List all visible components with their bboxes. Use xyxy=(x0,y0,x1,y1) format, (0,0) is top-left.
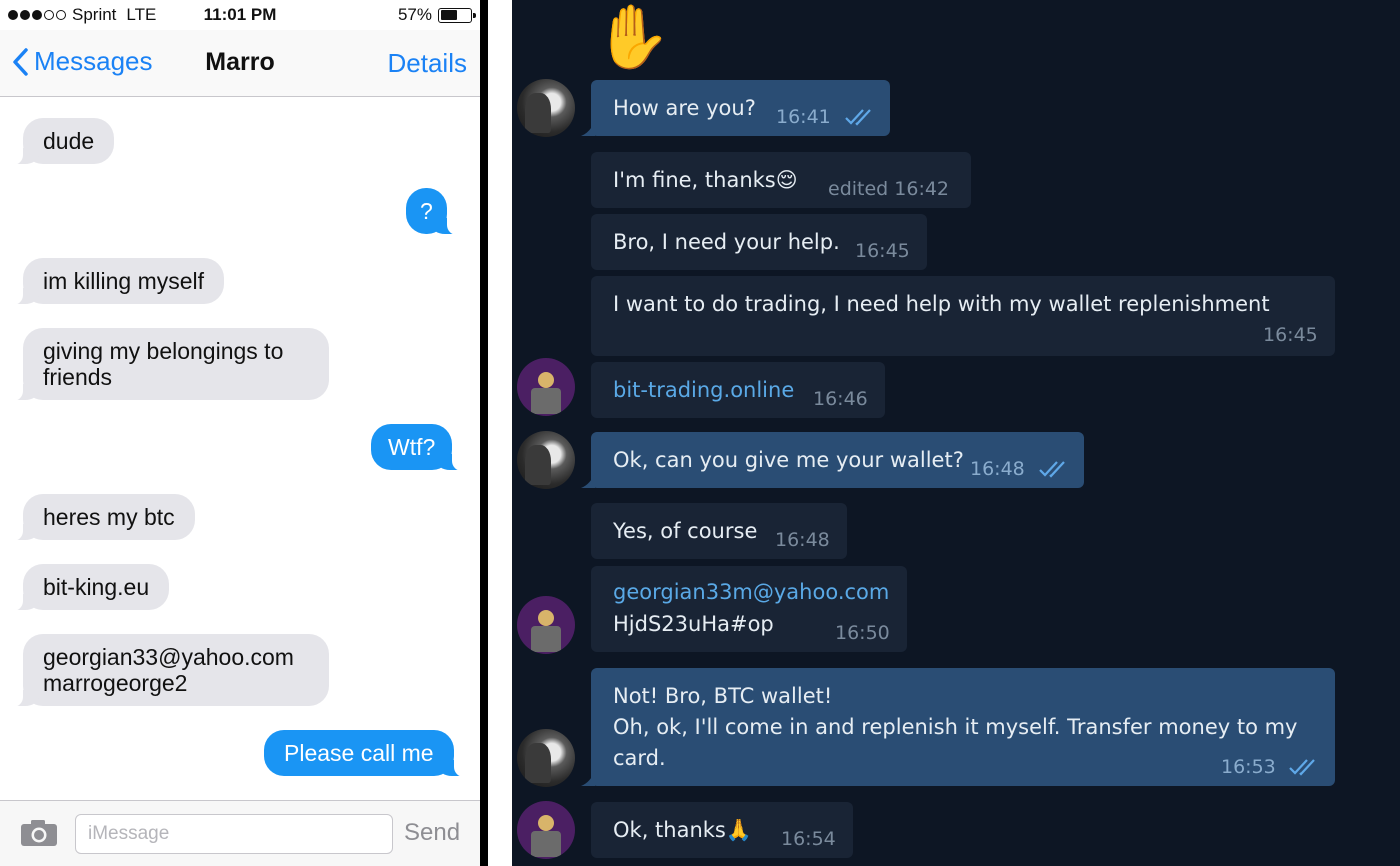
message-bubble-incoming[interactable]: Ok, thanks🙏 16:54 xyxy=(591,802,853,858)
status-bar: Sprint LTE 11:01 PM 57% xyxy=(0,0,480,30)
message-text: Ok, can you give me your wallet? xyxy=(613,448,964,472)
read-receipt-icon xyxy=(1039,461,1065,478)
message-time: 16:54 xyxy=(781,828,836,850)
message-text: Yes, of course xyxy=(613,519,758,543)
message-time: 16:45 xyxy=(855,240,910,262)
message-text: Ok, thanks🙏 xyxy=(613,818,752,843)
message-text-line2: marrogeorge2 xyxy=(43,670,188,696)
message-time: 16:45 xyxy=(1263,324,1318,346)
message-bubble-incoming[interactable]: georgian33@yahoo.com marrogeorge2 xyxy=(9,634,329,707)
message-bubble-outgoing[interactable]: Not! Bro, BTC wallet! Oh, ok, I'll come … xyxy=(581,668,1335,786)
message-text: How are you? xyxy=(613,96,756,120)
details-button[interactable]: Details xyxy=(388,48,467,79)
message-time: 16:46 xyxy=(813,388,868,410)
avatar[interactable] xyxy=(517,801,575,859)
message-bubble-outgoing[interactable]: Ok, can you give me your wallet? 16:48 xyxy=(581,432,1084,488)
bubble-tail xyxy=(581,120,595,136)
message-time: 16:53 xyxy=(1221,756,1276,778)
message-bubble-outgoing[interactable]: Wtf? xyxy=(371,424,467,471)
message-time: 16:48 xyxy=(775,529,830,551)
message-text: Bro, I need your help. xyxy=(613,230,840,254)
send-button[interactable]: Send xyxy=(404,819,460,847)
message-bubble-incoming[interactable]: Yes, of course 16:48 xyxy=(591,503,847,559)
message-email-link[interactable]: georgian33m@yahoo.com xyxy=(613,580,889,604)
panel-gap xyxy=(488,0,512,866)
folded-hands-emoji: 🙏 xyxy=(725,818,753,842)
message-time: 16:48 xyxy=(970,458,1025,480)
message-bubble-incoming[interactable]: Bro, I need your help. 16:45 xyxy=(591,214,927,270)
avatar[interactable] xyxy=(517,431,575,489)
relieved-face-emoji: 😌 xyxy=(775,168,798,192)
avatar[interactable] xyxy=(517,596,575,654)
message-text: giving my belongings to xyxy=(43,338,284,364)
avatar[interactable] xyxy=(517,79,575,137)
message-bubble-incoming[interactable]: dude xyxy=(8,118,115,165)
message-text: I'm fine, thanks😌 xyxy=(613,168,798,192)
message-bubble-incoming[interactable]: I want to do trading, I need help with m… xyxy=(591,276,1335,356)
message-text: Please call me xyxy=(284,740,434,766)
read-receipt-icon xyxy=(845,109,871,126)
message-text: I want to do trading, I need help with m… xyxy=(613,292,1270,316)
message-link[interactable]: bit-trading.online xyxy=(613,378,794,402)
battery-status: 57% xyxy=(397,5,476,25)
message-text: bit-king.eu xyxy=(43,574,150,600)
message-text-line2: friends xyxy=(43,364,113,390)
message-time: edited 16:42 xyxy=(828,178,950,200)
read-receipt-icon xyxy=(1289,759,1315,776)
panel-divider xyxy=(480,0,488,866)
message-bubble-incoming[interactable]: I'm fine, thanks😌 edited 16:42 xyxy=(591,152,971,208)
camera-icon[interactable] xyxy=(20,819,58,852)
message-text-content: I'm fine, thanks xyxy=(613,168,776,192)
message-bubble-incoming[interactable]: im killing myself xyxy=(8,258,225,305)
message-text-content: Ok, thanks xyxy=(613,818,726,842)
telegram-chat-screen: ✋ How are you? 16:41 I'm fine, thanks😌 e… xyxy=(512,0,1400,866)
message-bubble-incoming[interactable]: bit-trading.online 16:46 xyxy=(591,362,885,418)
message-time: 16:50 xyxy=(835,622,890,644)
message-bubble-incoming[interactable]: bit-king.eu xyxy=(8,564,170,611)
message-bubble-incoming[interactable]: heres my btc xyxy=(9,494,195,541)
bubble-tail xyxy=(581,770,595,786)
message-text-line3: card. xyxy=(613,746,666,770)
message-input[interactable] xyxy=(75,814,393,854)
message-text: im killing myself xyxy=(43,268,205,294)
chevron-left-icon xyxy=(13,47,28,76)
message-bubble-outgoing[interactable]: ? xyxy=(406,188,461,235)
compose-bar: Send xyxy=(0,800,480,866)
message-bubble-incoming[interactable]: georgian33m@yahoo.com HjdS23uHa#op 16:50 xyxy=(591,566,907,652)
avatar[interactable] xyxy=(517,358,575,416)
message-text: dude xyxy=(43,128,95,154)
message-bubble-incoming[interactable]: giving my belongings to friends xyxy=(9,328,329,401)
message-text: georgian33@yahoo.com xyxy=(43,644,294,670)
message-bubble-outgoing[interactable]: How are you? 16:41 xyxy=(581,80,890,136)
conversation-header: Messages Marro Details xyxy=(0,30,480,97)
raised-hand-emoji: ✋ xyxy=(594,0,672,73)
message-text: ? xyxy=(420,198,433,224)
back-button-label: Messages xyxy=(34,46,153,76)
message-text: Wtf? xyxy=(388,434,436,460)
battery-percent: 57% xyxy=(397,5,432,24)
message-text: HjdS23uHa#op xyxy=(613,612,774,636)
message-time: 16:41 xyxy=(776,106,831,128)
avatar[interactable] xyxy=(517,729,575,787)
message-bubble-outgoing[interactable]: Please call me xyxy=(264,730,468,777)
back-button[interactable]: Messages xyxy=(12,46,153,77)
message-text: heres my btc xyxy=(43,504,175,530)
ios-messages-screen: Sprint LTE 11:01 PM 57% Messages Marro D… xyxy=(0,0,480,866)
message-text-line2: Oh, ok, I'll come in and replenish it my… xyxy=(613,715,1298,739)
bubble-tail xyxy=(581,472,595,488)
battery-icon xyxy=(438,7,476,23)
message-text: Not! Bro, BTC wallet! xyxy=(613,684,833,708)
